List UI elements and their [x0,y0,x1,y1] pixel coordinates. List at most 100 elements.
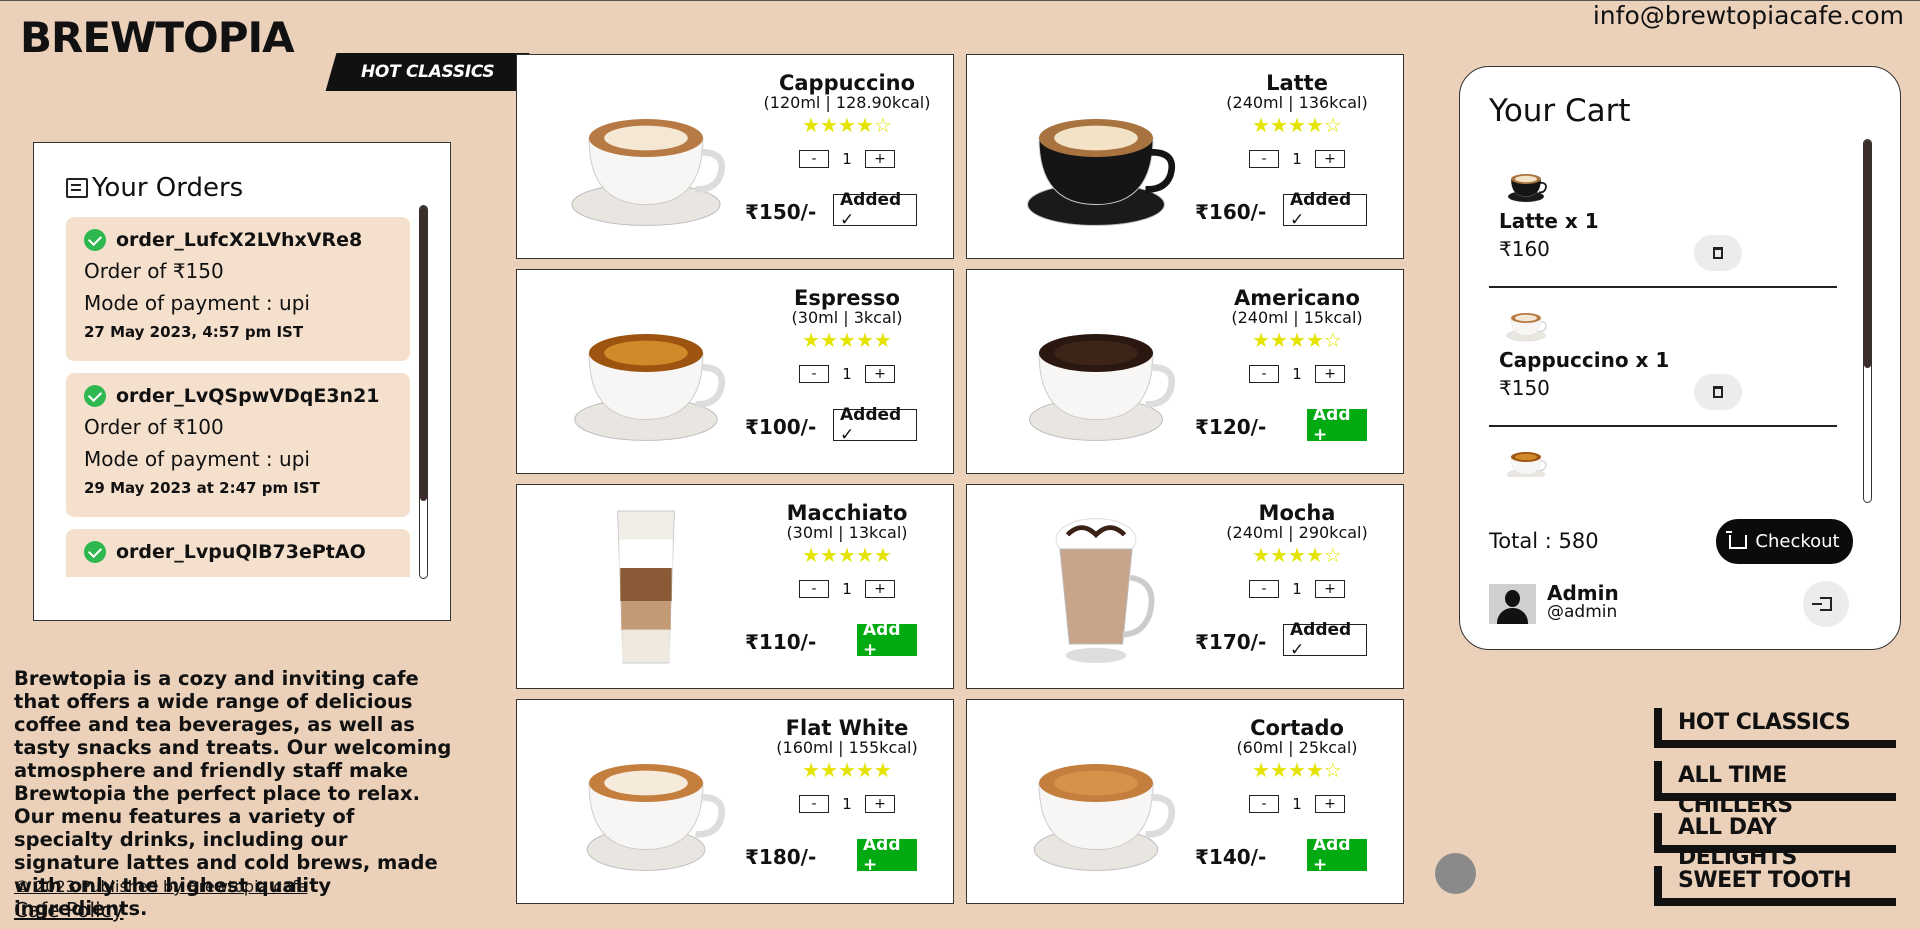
quantity-stepper: - 1 + [747,795,947,813]
trash-icon [1713,386,1723,398]
added-button[interactable]: Added ✓ [1283,620,1367,660]
added-button[interactable]: Added ✓ [833,190,917,230]
check-circle-icon [84,385,106,407]
product-meta: (160ml | 155kcal) [776,738,918,757]
product-image [551,716,741,888]
product-image [551,501,741,673]
added-button[interactable]: Added ✓ [833,405,917,445]
rating-stars: ★★★★☆ [1252,328,1342,352]
scrollbar-thumb[interactable] [1864,140,1871,368]
scrollbar-thumb[interactable] [420,206,427,501]
cart-title: Your Cart [1489,93,1631,129]
decrement-button[interactable]: - [1249,365,1279,383]
brand-logo: BREWTOPIA [20,13,295,62]
quantity-value: 1 [1292,365,1302,383]
decrement-button[interactable]: - [799,150,829,168]
category-sweet-tooth[interactable]: SWEET TOOTH [1654,866,1896,906]
order-card: order_LvQSpwVDqE3n21 Order of ₹100 Mode … [66,373,410,517]
checkout-button[interactable]: Checkout [1716,519,1853,564]
decrement-button[interactable]: - [799,580,829,598]
increment-button[interactable]: + [865,580,895,598]
product-card: Macchiato (30ml | 13kcal) ★★★★★ - 1 + ₹1… [516,484,954,689]
product-meta: (240ml | 290kcal) [1226,523,1368,542]
increment-button[interactable]: + [865,150,895,168]
added-button[interactable]: Added ✓ [1283,190,1367,230]
quantity-stepper: - 1 + [1197,795,1397,813]
order-id: order_LvpuQlB73ePtAO [116,541,366,563]
quantity-value: 1 [842,150,852,168]
product-card: Latte (240ml | 136kcal) ★★★★☆ - 1 + ₹160… [966,54,1404,259]
decrement-button[interactable]: - [1249,580,1279,598]
add-to-cart-button[interactable]: Add + [1307,835,1367,875]
product-price: ₹140/- [1195,845,1267,869]
quantity-stepper: - 1 + [747,580,947,598]
order-payment: Mode of payment : upi [84,291,310,315]
category-hot-classics[interactable]: HOT CLASSICS [1654,708,1896,748]
add-to-cart-button[interactable]: Add + [857,620,917,660]
delete-item-button[interactable] [1694,374,1742,410]
check-circle-icon [84,229,106,251]
increment-button[interactable]: + [1315,150,1345,168]
product-image [1001,501,1191,673]
increment-button[interactable]: + [865,365,895,383]
product-price: ₹160/- [1195,200,1267,224]
product-price: ₹150/- [745,200,817,224]
quantity-value: 1 [842,365,852,383]
increment-button[interactable]: + [1315,795,1345,813]
decrement-button[interactable]: - [1249,150,1279,168]
floating-action-button[interactable] [1435,853,1476,894]
cart-item-image [1501,298,1551,348]
decrement-button[interactable]: - [1249,795,1279,813]
product-name: Mocha [1258,501,1336,525]
trash-icon [1713,247,1723,259]
product-name: Espresso [794,286,900,310]
product-name: Cappuccino [778,71,916,95]
order-date: 27 May 2023, 4:57 pm IST [84,323,304,341]
copyright-link[interactable]: © 2023 Published by Brewtopia cafe [14,877,307,896]
logout-button[interactable] [1803,581,1849,627]
cafe-policy-link[interactable]: Cafe Policy [14,898,123,922]
contact-email[interactable]: info@brewtopiacafe.com [1593,1,1904,30]
product-image [551,286,741,458]
quantity-value: 1 [842,580,852,598]
decrement-button[interactable]: - [799,365,829,383]
decrement-button[interactable]: - [799,795,829,813]
cart-panel: Your Cart Latte x 1 ₹160 Cappuccino x 1 … [1459,66,1901,650]
cart-item-image [1501,159,1551,209]
check-circle-icon [84,541,106,563]
product-price: ₹180/- [745,845,817,869]
product-price: ₹170/- [1195,630,1267,654]
receipt-icon [66,178,88,198]
rating-stars: ★★★★★ [802,328,892,352]
add-to-cart-button[interactable]: Add + [1307,405,1367,445]
product-name: Cortado [1250,716,1344,740]
orders-title: Your Orders [66,173,243,203]
cart-scrollbar[interactable] [1863,139,1872,503]
cart-list[interactable]: Latte x 1 ₹160 Cappuccino x 1 ₹150 Espre… [1489,149,1837,477]
cart-item-name: Latte x 1 [1499,209,1599,233]
cart-item-name: Cappuccino x 1 [1499,348,1670,372]
product-image [551,71,741,243]
product-price: ₹100/- [745,415,817,439]
quantity-stepper: - 1 + [1197,580,1397,598]
shopping-cart-icon [1726,530,1748,549]
order-card: order_LufcX2LVhxVRe8 Order of ₹150 Mode … [66,217,410,361]
quantity-value: 1 [1292,150,1302,168]
product-price: ₹120/- [1195,415,1267,439]
order-payment: Mode of payment : upi [84,447,310,471]
increment-button[interactable]: + [865,795,895,813]
orders-list[interactable]: order_LufcX2LVhxVRe8 Order of ₹150 Mode … [66,217,410,577]
category-all-day-delights[interactable]: ALL DAY DELIGHTS [1654,813,1896,870]
cart-item: Latte x 1 ₹160 [1489,149,1837,288]
delete-item-button[interactable] [1694,235,1742,271]
rating-stars: ★★★★★ [802,758,892,782]
increment-button[interactable]: + [1315,580,1345,598]
rating-stars: ★★★★☆ [1252,543,1342,567]
add-to-cart-button[interactable]: Add + [857,835,917,875]
product-name: Americano [1234,286,1360,310]
increment-button[interactable]: + [1315,365,1345,383]
category-all-time-chillers[interactable]: ALL TIME CHILLERS [1654,761,1896,818]
order-date: 29 May 2023 at 2:47 pm IST [84,479,320,497]
product-name: Flat White [785,716,909,740]
orders-scrollbar[interactable] [419,205,428,579]
